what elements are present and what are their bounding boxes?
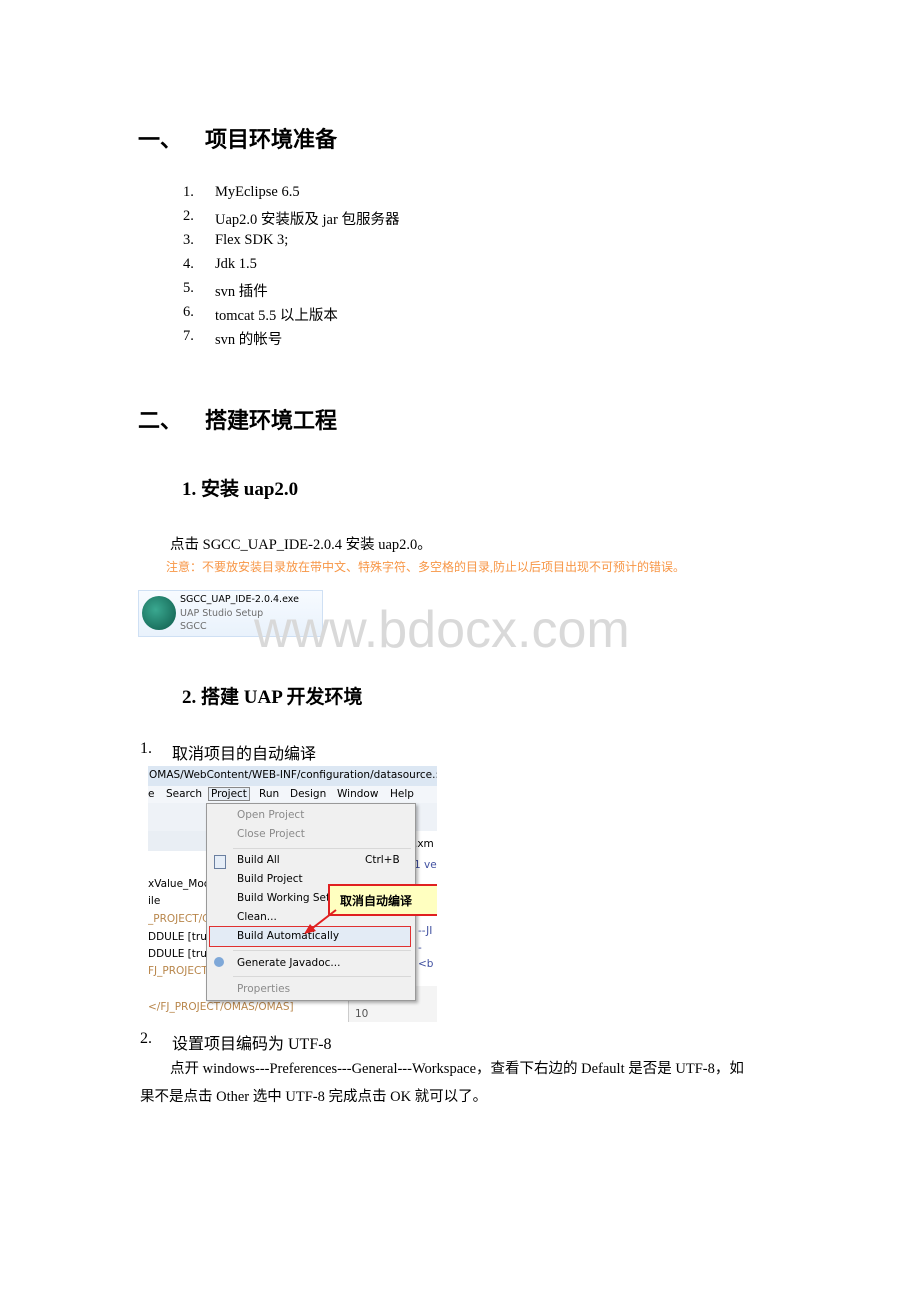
list-number: 3. bbox=[183, 232, 194, 248]
list-number: 6. bbox=[183, 304, 194, 320]
sgcc-logo-icon bbox=[142, 596, 176, 630]
callout-box: 取消自动编译 bbox=[328, 884, 437, 916]
list-number: 4. bbox=[183, 256, 194, 272]
javadoc-icon bbox=[214, 957, 224, 967]
tree-item[interactable]: </FJ_PROJECT/OMAS/OMAS] bbox=[148, 1001, 294, 1013]
tree-item[interactable]: DDULE [trur bbox=[148, 948, 211, 960]
list-number: 1. bbox=[183, 184, 194, 200]
list-number: 2. bbox=[183, 208, 194, 224]
list-item: Flex SDK 3; bbox=[215, 232, 289, 248]
encoding-paragraph-line2: 果不是点击 Other 选中 UTF-8 完成点击 OK 就可以了。 bbox=[140, 1089, 488, 1105]
menu-item-clean[interactable]: Clean... bbox=[237, 911, 277, 923]
tree-item[interactable]: DDULE [trur bbox=[148, 931, 211, 943]
list-item: Uap2.0 安装版及 jar 包服务器 bbox=[215, 212, 400, 228]
section2-number: 二、 bbox=[138, 409, 183, 434]
menu-item-open-project[interactable]: Open Project bbox=[237, 809, 304, 821]
menu-item-build-working-set[interactable]: Build Working Set bbox=[237, 892, 330, 904]
menu-item-generate-javadoc[interactable]: Generate Javadoc... bbox=[237, 957, 340, 969]
tree-item[interactable]: xValue_Moc bbox=[148, 878, 210, 890]
menu-design[interactable]: Design bbox=[290, 788, 326, 800]
list-item: svn 插件 bbox=[215, 284, 268, 300]
subsection2-title: 2. 搭建 UAP 开发环境 bbox=[182, 687, 363, 708]
tree-item[interactable]: ile bbox=[148, 895, 160, 907]
menu-project[interactable]: Project bbox=[208, 787, 250, 801]
step-number: 2. bbox=[140, 1030, 152, 1047]
install-paragraph: 点击 SGCC_UAP_IDE-2.0.4 安装 uap2.0。 bbox=[170, 537, 432, 553]
step1-title: 取消项目的自动编译 bbox=[172, 746, 317, 763]
code-line: <b bbox=[418, 958, 434, 970]
step2-title: 设置项目编码为 UTF-8 bbox=[172, 1036, 332, 1053]
line-number: 10 bbox=[355, 1008, 369, 1020]
menu-item-build-all[interactable]: Build All bbox=[237, 854, 280, 866]
shortcut-ctrl-b: Ctrl+B bbox=[365, 854, 400, 866]
encoding-paragraph-line1: 点开 windows---Preferences---General---Wor… bbox=[170, 1061, 744, 1077]
menu-search[interactable]: Search bbox=[166, 788, 202, 800]
eclipse-screenshot: OMAS/WebContent/WEB-INF/configuration/da… bbox=[148, 766, 437, 1022]
section2-title: 搭建环境工程 bbox=[205, 409, 338, 434]
menu-help[interactable]: Help bbox=[390, 788, 414, 800]
menu-window[interactable]: Window bbox=[337, 788, 378, 800]
installer-description: UAP Studio Setup bbox=[180, 608, 264, 619]
menu-file[interactable]: e bbox=[148, 788, 154, 800]
code-line: - bbox=[418, 942, 422, 954]
section1-number: 一、 bbox=[138, 128, 183, 153]
editor-tab[interactable]: .xm bbox=[414, 838, 434, 850]
list-item: svn 的帐号 bbox=[215, 332, 283, 348]
list-item: tomcat 5.5 以上版本 bbox=[215, 308, 338, 324]
install-note: 注意：不要放安装目录放在带中文、特殊字符、多空格的目录,防止以后项目出现不可预计… bbox=[166, 560, 686, 574]
window-title-path: OMAS/WebContent/WEB-INF/configuration/da… bbox=[149, 769, 437, 781]
callout-arrow-icon bbox=[304, 909, 337, 934]
list-number: 7. bbox=[183, 328, 194, 344]
menu-item-close-project[interactable]: Close Project bbox=[237, 828, 305, 840]
tree-item[interactable]: FJ_PROJECT bbox=[148, 965, 208, 977]
step-number: 1. bbox=[140, 740, 152, 757]
list-number: 5. bbox=[183, 280, 194, 296]
code-line: 1 ve bbox=[414, 859, 437, 871]
subsection1-title: 1. 安装 uap2.0 bbox=[182, 479, 299, 500]
menu-run[interactable]: Run bbox=[259, 788, 279, 800]
installer-company: SGCC bbox=[180, 621, 207, 632]
list-item: Jdk 1.5 bbox=[215, 256, 257, 272]
code-line: --JI bbox=[418, 925, 433, 937]
build-all-icon bbox=[214, 855, 226, 869]
menu-item-properties[interactable]: Properties bbox=[237, 983, 290, 995]
menu-item-build-project[interactable]: Build Project bbox=[237, 873, 303, 885]
list-item: MyEclipse 6.5 bbox=[215, 184, 300, 200]
watermark: www.bdocx.com bbox=[254, 601, 630, 659]
tree-item[interactable]: _PROJECT/C bbox=[148, 913, 210, 925]
callout-text: 取消自动编译 bbox=[340, 894, 413, 908]
document-page: 一、 项目环境准备 1. MyEclipse 6.5 2. Uap2.0 安装版及 … bbox=[0, 0, 920, 1302]
section1-title: 项目环境准备 bbox=[205, 128, 338, 153]
